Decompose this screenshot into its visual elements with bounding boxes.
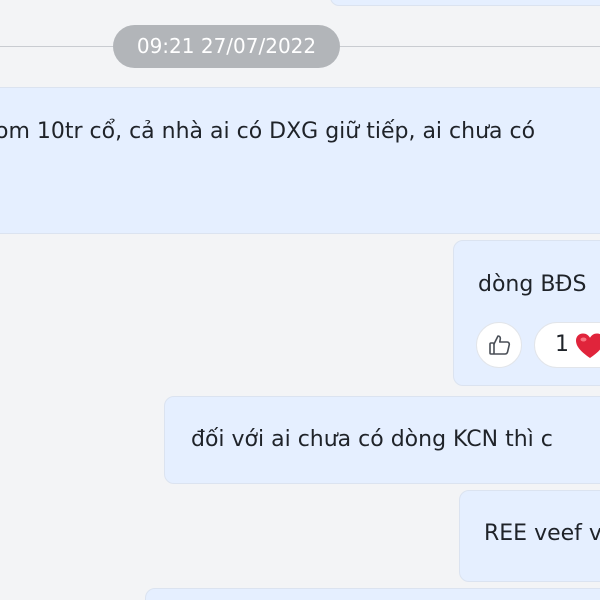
date-separator-line-left xyxy=(0,46,113,47)
heart-icon xyxy=(576,333,600,358)
message-bubble[interactable]: đối với ai chưa có dòng KCN thì c xyxy=(164,396,600,484)
like-button[interactable] xyxy=(476,322,522,368)
date-separator-line-right xyxy=(340,46,600,47)
chat-view: 09:21 27/07/2022 om 10tr cổ, cả nhà ai c… xyxy=(0,0,600,600)
message-text: dòng BĐS xyxy=(478,272,587,297)
message-bubble[interactable]: REE veef v xyxy=(459,490,600,582)
date-separator-timestamp: 09:21 27/07/2022 xyxy=(113,25,340,68)
reaction-summary[interactable]: 1 xyxy=(534,322,600,368)
message-text: om 10tr cổ, cả nhà ai có DXG giữ tiếp, a… xyxy=(0,119,536,144)
message-bubble-partial[interactable] xyxy=(145,588,600,600)
message-text: đối với ai chưa có dòng KCN thì c xyxy=(191,427,553,452)
thumbs-up-icon xyxy=(489,335,511,355)
reaction-count: 1 xyxy=(555,332,569,357)
message-text: REE veef v xyxy=(484,521,600,546)
message-bubble[interactable]: om 10tr cổ, cả nhà ai có DXG giữ tiếp, a… xyxy=(0,87,600,234)
message-bubble-partial xyxy=(330,0,600,6)
